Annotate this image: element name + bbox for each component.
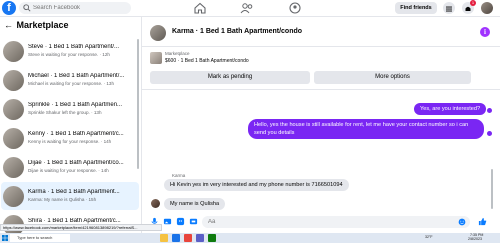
conversation-preview: Michael is waiting for your response. · … [28, 81, 115, 86]
windows-start-icon[interactable] [2, 235, 8, 241]
incoming-message[interactable]: My name is Qulisha [164, 198, 226, 210]
message-input-box[interactable] [202, 216, 470, 228]
emoji-icon[interactable] [458, 218, 466, 226]
weather-temperature[interactable]: 32°F [425, 235, 433, 239]
avatar [3, 41, 24, 62]
conversation-sidebar: ← Marketplace Steve · 1 Bed 1 Bath Apart… [0, 17, 142, 233]
avatar [3, 186, 24, 207]
search-icon [23, 4, 31, 12]
listing-card: Marketplace $600 · 1 Bed 1 Bath Apartmen… [142, 48, 500, 90]
sticker-icon[interactable] [176, 217, 185, 226]
chat-header: Karma · 1 Bed 1 Bath Apartment/condo i [142, 17, 500, 47]
avatar [3, 128, 24, 149]
file-explorer-icon[interactable] [160, 234, 168, 242]
notification-count-badge: 1 [470, 0, 476, 6]
conversation-item-dijae[interactable]: Dijae · 1 Bed 1 Bath Apartment/co... Dij… [1, 153, 139, 181]
conversation-item-karma[interactable]: Karma · 1 Bed 1 Bath Apartment... Karma:… [1, 182, 139, 210]
avatar [3, 99, 24, 120]
conversation-item-sprinkle[interactable]: Sprinkle · 1 Bed 1 Bath Apartmen... Spri… [1, 95, 139, 123]
conversation-title: Dijae · 1 Bed 1 Bath Apartment/co... [28, 160, 124, 166]
conversation-title: Sprinkle · 1 Bed 1 Bath Apartmen... [28, 102, 123, 108]
grid-icon [446, 6, 452, 12]
edge-browser-icon[interactable] [172, 234, 180, 242]
listing-category: Marketplace [165, 51, 190, 56]
conversation-preview: Kenny is waiting for your response. · 14… [28, 139, 112, 144]
teams-icon[interactable] [196, 234, 204, 242]
windows-taskbar: Type here to search 32°F 7:35 PM 2/8/202… [0, 233, 500, 243]
find-friends-button[interactable]: Find friends [395, 2, 437, 14]
seen-indicator [487, 108, 492, 113]
listing-description[interactable]: $600 · 1 Bed 1 Bath Apartment/condo [165, 58, 249, 64]
sender-avatar[interactable] [151, 199, 160, 208]
conversation-item-kenny[interactable]: Kenny · 1 Bed 1 Bath Apartment/c... Kenn… [1, 124, 139, 152]
store-icon[interactable] [208, 234, 216, 242]
conversation-title: Michael · 1 Bed 1 Bath Apartment/... [28, 73, 125, 79]
clock-date[interactable]: 2/8/2023 [468, 237, 482, 241]
outgoing-message[interactable]: Yes, are you interested? [414, 103, 487, 115]
conversation-title: Kenny · 1 Bed 1 Bath Apartment/c... [28, 131, 124, 137]
incoming-message[interactable]: Hi Kevin yes im very interested and my p… [164, 179, 349, 191]
link-preview-url: https://www.facebook.com/marketplace/ite… [0, 224, 162, 231]
friends-icon[interactable] [240, 2, 254, 14]
facebook-search-box[interactable] [19, 2, 131, 14]
conversation-preview: Dijae is waiting for your response. · 14… [28, 168, 109, 173]
home-icon[interactable] [193, 2, 207, 14]
back-arrow-icon[interactable]: ← [4, 20, 14, 30]
info-icon[interactable]: i [480, 27, 490, 37]
chat-panel: Karma · 1 Bed 1 Bath Apartment/condo i M… [142, 17, 500, 233]
chat-title[interactable]: Karma · 1 Bed 1 Bath Apartment/condo [172, 28, 302, 35]
avatar [3, 70, 24, 91]
menu-icon[interactable] [443, 2, 455, 14]
conversation-title: Karma · 1 Bed 1 Bath Apartment... [28, 189, 120, 195]
profile-avatar[interactable] [481, 2, 493, 14]
chat-avatar[interactable] [150, 25, 166, 41]
sender-name: Karma [172, 173, 186, 178]
more-options-button[interactable]: More options [314, 71, 471, 84]
conversation-preview: Karma: My name is Qulisha · 15h [28, 197, 97, 202]
outgoing-message[interactable]: Hello, yes the house is still available … [248, 119, 484, 139]
top-navigation-bar: f Find friends 1 [0, 0, 500, 17]
seen-indicator [487, 131, 492, 136]
listing-thumbnail[interactable] [150, 52, 162, 64]
avatar [3, 157, 24, 178]
chrome-browser-icon[interactable] [184, 234, 192, 242]
sidebar-header: ← Marketplace [4, 20, 69, 36]
mark-as-pending-button[interactable]: Mark as pending [150, 71, 310, 84]
message-composer [142, 211, 500, 233]
message-thread: Yes, are you interested? Hello, yes the … [142, 91, 500, 211]
conversation-title: Steve · 1 Bed 1 Bath Apartment/... [28, 44, 120, 50]
conversation-preview: Sprinkle Shakur left the group. · 13h [28, 110, 102, 115]
gif-icon[interactable] [189, 217, 198, 226]
conversation-item-steve[interactable]: Steve · 1 Bed 1 Bath Apartment/... Steve… [1, 37, 139, 65]
image-icon[interactable] [163, 217, 172, 226]
sidebar-scrollbar[interactable] [137, 39, 139, 169]
taskbar-search-box[interactable]: Type here to search [10, 234, 70, 242]
thumbs-up-icon[interactable] [478, 217, 487, 226]
message-input[interactable] [208, 216, 448, 228]
groups-icon[interactable] [288, 2, 302, 14]
chat-scrollbar[interactable] [491, 169, 493, 209]
conversation-item-michael[interactable]: Michael · 1 Bed 1 Bath Apartment/... Mic… [1, 66, 139, 94]
facebook-logo[interactable]: f [2, 1, 16, 15]
conversation-preview: Steve is waiting for your response. · 12… [28, 52, 110, 57]
search-input[interactable] [33, 2, 128, 14]
sidebar-title: Marketplace [16, 20, 69, 30]
